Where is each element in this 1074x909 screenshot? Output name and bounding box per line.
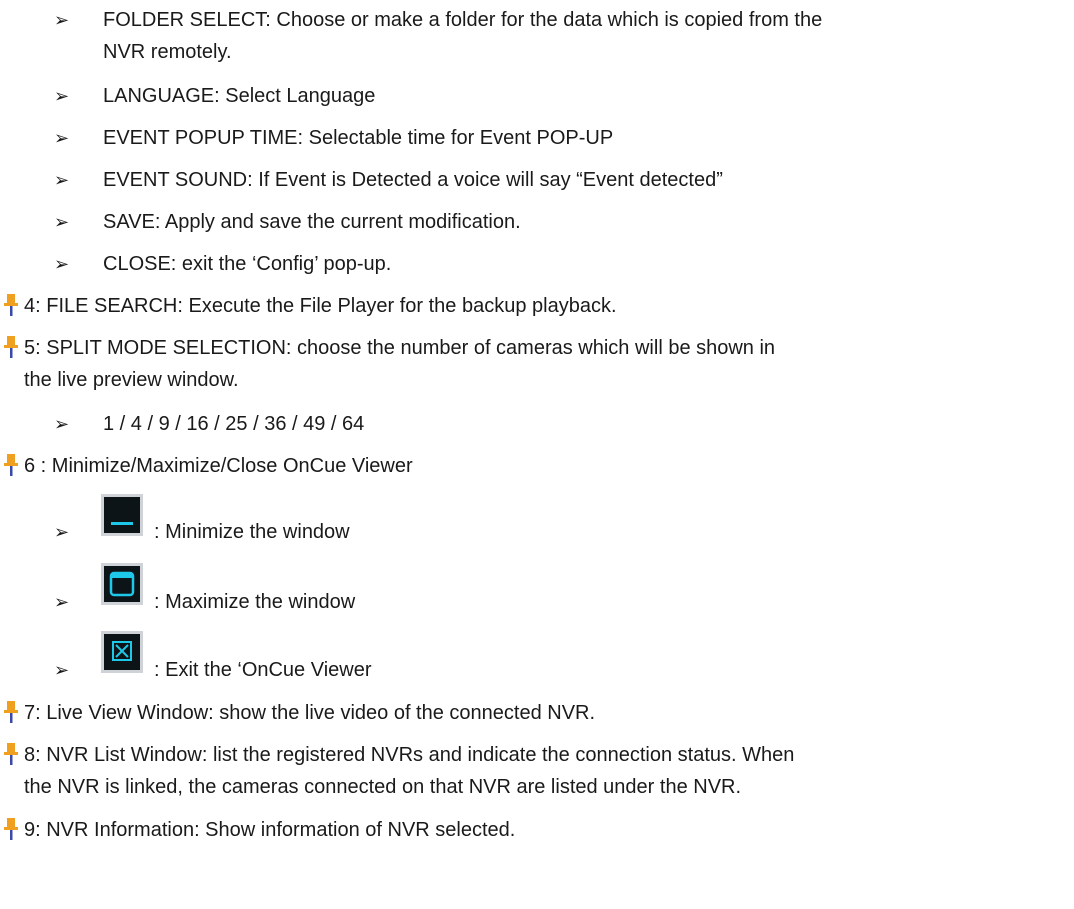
item-5-split-mode-cont: the live preview window.	[24, 369, 239, 391]
item-9-nvr-information: 9: NVR Information: Show information of …	[24, 819, 516, 841]
sub-bullet-marker: ➢	[54, 522, 70, 542]
minimize-icon	[101, 494, 143, 536]
pushpin-icon	[4, 701, 18, 723]
config-item-language: LANGUAGE: Select Language	[103, 85, 376, 107]
pushpin-icon	[4, 454, 18, 476]
maximize-description: : Maximize the window	[154, 591, 356, 613]
close-description: : Exit the ‘OnCue Viewer	[154, 659, 372, 681]
close-icon	[101, 631, 143, 673]
item-5-split-mode: 5: SPLIT MODE SELECTION: choose the numb…	[24, 337, 776, 359]
sub-bullet-marker: ➢	[54, 86, 70, 106]
sub-bullet-marker: ➢	[54, 254, 70, 274]
sub-bullet-marker: ➢	[54, 128, 70, 148]
pushpin-icon	[4, 743, 18, 765]
sub-bullet-marker: ➢	[54, 660, 70, 680]
item-7-live-view: 7: Live View Window: show the live video…	[24, 702, 596, 724]
config-item-close: CLOSE: exit the ‘Config’ pop-up.	[103, 253, 392, 275]
config-item-folder-select: FOLDER SELECT: Choose or make a folder f…	[103, 9, 823, 31]
config-item-folder-select-cont: NVR remotely.	[103, 41, 232, 63]
config-item-event-sound: EVENT SOUND: If Event is Detected a voic…	[103, 169, 723, 191]
minimize-description: : Minimize the window	[154, 521, 350, 543]
sub-bullet-marker: ➢	[54, 170, 70, 190]
item-6-window-controls: 6 : Minimize/Maximize/Close OnCue Viewer	[24, 455, 413, 477]
item-4-file-search: 4: FILE SEARCH: Execute the File Player …	[24, 295, 617, 317]
pushpin-icon	[4, 818, 18, 840]
sub-bullet-marker: ➢	[54, 592, 70, 612]
pushpin-icon	[4, 336, 18, 358]
item-8-nvr-list-cont: the NVR is linked, the cameras connected…	[24, 776, 742, 798]
item-8-nvr-list: 8: NVR List Window: list the registered …	[24, 744, 795, 766]
config-item-event-popup-time: EVENT POPUP TIME: Selectable time for Ev…	[103, 127, 614, 149]
maximize-icon	[101, 563, 143, 605]
pushpin-icon	[4, 294, 18, 316]
sub-bullet-marker: ➢	[54, 212, 70, 232]
config-item-save: SAVE: Apply and save the current modific…	[103, 211, 521, 233]
sub-bullet-marker: ➢	[54, 414, 70, 434]
sub-bullet-marker: ➢	[54, 10, 70, 30]
split-mode-options: 1 / 4 / 9 / 16 / 25 / 36 / 49 / 64	[103, 413, 365, 435]
